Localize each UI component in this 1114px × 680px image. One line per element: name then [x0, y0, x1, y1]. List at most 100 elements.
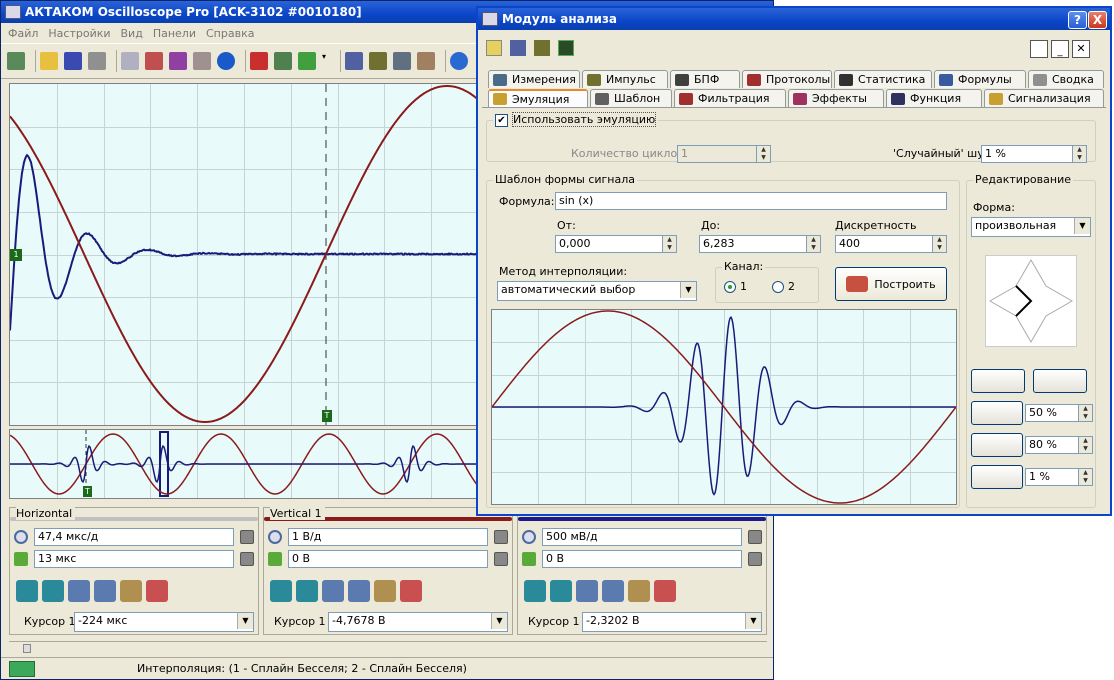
horizontal-scale-field[interactable]: 47,4 мкс/д: [34, 528, 234, 546]
auto-scale-icon[interactable]: [374, 580, 396, 602]
signal-icon[interactable]: [169, 52, 187, 70]
spin-icon[interactable]: ▲ ▼: [806, 236, 820, 252]
shift-left-icon[interactable]: [16, 580, 38, 602]
marker-icon[interactable]: [274, 52, 292, 70]
checkbox-icon[interactable]: ✔: [495, 114, 508, 127]
cycles-field[interactable]: 1 ▲ ▼: [677, 145, 771, 163]
save-icon[interactable]: [64, 52, 82, 70]
radio-icon[interactable]: [772, 281, 784, 293]
lock-icon[interactable]: [494, 552, 508, 566]
spin-icon[interactable]: ▲ ▼: [932, 236, 946, 252]
channel-option-1[interactable]: 1: [724, 280, 747, 293]
rise-fall-button[interactable]: [971, 369, 1025, 393]
spin-icon[interactable]: ▲ ▼: [1072, 146, 1086, 162]
pin-icon[interactable]: [1030, 40, 1048, 58]
chevron-down-icon[interactable]: ▼: [491, 613, 507, 629]
help-button[interactable]: ?: [1068, 11, 1087, 29]
tab-summary[interactable]: Сводка: [1028, 70, 1104, 88]
auto-scale-icon[interactable]: [628, 580, 650, 602]
scrollbar-thumb[interactable]: [23, 644, 31, 653]
vertical2-offset-field[interactable]: 0 В: [542, 550, 742, 568]
minimize-icon[interactable]: _: [1051, 40, 1069, 58]
spin-icon[interactable]: ▲ ▼: [662, 236, 676, 252]
spin-icon[interactable]: ▲ ▼: [756, 146, 770, 162]
vertical1-cursor-select[interactable]: -4,7678 В ▼: [328, 612, 508, 632]
analysis-icon[interactable]: [417, 52, 435, 70]
zoom-in-icon[interactable]: [322, 580, 344, 602]
lock-icon[interactable]: [748, 530, 762, 544]
oscilloscope-icon[interactable]: [558, 40, 574, 56]
chevron-down-icon[interactable]: ▼: [1074, 218, 1090, 234]
tab-statistics[interactable]: Статистика: [834, 70, 932, 88]
build-button[interactable]: Построить: [835, 267, 947, 301]
spin-icon[interactable]: ▲ ▼: [1078, 469, 1092, 485]
tab-pulse[interactable]: Импульс: [582, 70, 668, 88]
close-icon[interactable]: ✕: [1072, 40, 1090, 58]
preview-plot[interactable]: [491, 309, 957, 505]
open-folder-icon[interactable]: [40, 52, 58, 70]
pct3-field[interactable]: 1 % ▲ ▼: [1025, 468, 1093, 486]
formula-input[interactable]: sin (x): [555, 192, 947, 210]
to-field[interactable]: 6,283 ▲ ▼: [699, 235, 821, 253]
chevron-down-icon[interactable]: ▼: [680, 282, 696, 298]
vertical1-scale-field[interactable]: 1 В/д: [288, 528, 488, 546]
chevron-down-icon[interactable]: ▾: [322, 52, 330, 70]
vertical2-scale-field[interactable]: 500 мВ/д: [542, 528, 742, 546]
vertical2-cursor-select[interactable]: -2,3202 В ▼: [582, 612, 762, 632]
interpolation-select[interactable]: автоматический выбор ▼: [497, 281, 697, 301]
pulse-icon[interactable]: [369, 52, 387, 70]
menu-view[interactable]: Вид: [116, 27, 148, 40]
menu-panels[interactable]: Панели: [148, 27, 201, 40]
horizontal-offset-field[interactable]: 13 мкс: [34, 550, 234, 568]
pulse-duty-button[interactable]: [971, 433, 1023, 457]
vertical1-offset-field[interactable]: 0 В: [288, 550, 488, 568]
pulse-icon[interactable]: [534, 40, 550, 56]
pct2-field[interactable]: 80 % ▲ ▼: [1025, 436, 1093, 454]
shift-down-icon[interactable]: [270, 580, 292, 602]
noise-add-button[interactable]: [971, 465, 1023, 489]
exit-icon[interactable]: [7, 52, 25, 70]
channel-option-2[interactable]: 2: [772, 280, 795, 293]
shift-right-icon[interactable]: [42, 580, 64, 602]
shape-select[interactable]: произвольная ▼: [971, 217, 1091, 237]
shift-down-icon[interactable]: [524, 580, 546, 602]
print-icon[interactable]: [88, 52, 106, 70]
lock-icon[interactable]: [748, 552, 762, 566]
close-button[interactable]: X: [1088, 11, 1107, 29]
chevron-down-icon[interactable]: ▼: [237, 613, 253, 629]
zoom-out-icon[interactable]: [602, 580, 624, 602]
tab-formulas[interactable]: Формулы: [934, 70, 1026, 88]
pulse-width-button[interactable]: [971, 401, 1023, 425]
tab-fft[interactable]: БПФ: [670, 70, 740, 88]
tab-signaling[interactable]: Сигнализация: [984, 89, 1104, 107]
info-icon[interactable]: [450, 52, 468, 70]
shift-up-icon[interactable]: [296, 580, 318, 602]
time-scrollbar[interactable]: [9, 641, 767, 653]
grid-icon[interactable]: [193, 52, 211, 70]
tab-effects[interactable]: Эффекты: [788, 89, 884, 107]
menu-file[interactable]: Файл: [3, 27, 43, 40]
tab-measurements[interactable]: Измерения: [488, 70, 580, 88]
zoom-out-icon[interactable]: [348, 580, 370, 602]
cursor-icon[interactable]: [250, 52, 268, 70]
lock-icon[interactable]: [240, 530, 254, 544]
pulse-invert-button[interactable]: [1033, 369, 1087, 393]
tab-function[interactable]: Функция: [886, 89, 982, 107]
menu-settings[interactable]: Настройки: [43, 27, 115, 40]
zoom-in-icon[interactable]: [68, 580, 90, 602]
menu-help[interactable]: Справка: [201, 27, 259, 40]
reset-icon[interactable]: [654, 580, 676, 602]
discreteness-field[interactable]: 400 ▲ ▼: [835, 235, 947, 253]
reset-icon[interactable]: [400, 580, 422, 602]
tools-icon[interactable]: [393, 52, 411, 70]
zoom-in-icon[interactable]: [576, 580, 598, 602]
zoom-out-icon[interactable]: [94, 580, 116, 602]
spin-icon[interactable]: ▲ ▼: [1078, 437, 1092, 453]
pct1-field[interactable]: 50 % ▲ ▼: [1025, 404, 1093, 422]
export-icon[interactable]: [145, 52, 163, 70]
measure-icon[interactable]: [510, 40, 526, 56]
tab-emulation[interactable]: Эмуляция: [488, 89, 588, 107]
channel-marker[interactable]: 1: [10, 249, 22, 261]
reset-icon[interactable]: [146, 580, 168, 602]
chevron-down-icon[interactable]: ▼: [745, 613, 761, 629]
